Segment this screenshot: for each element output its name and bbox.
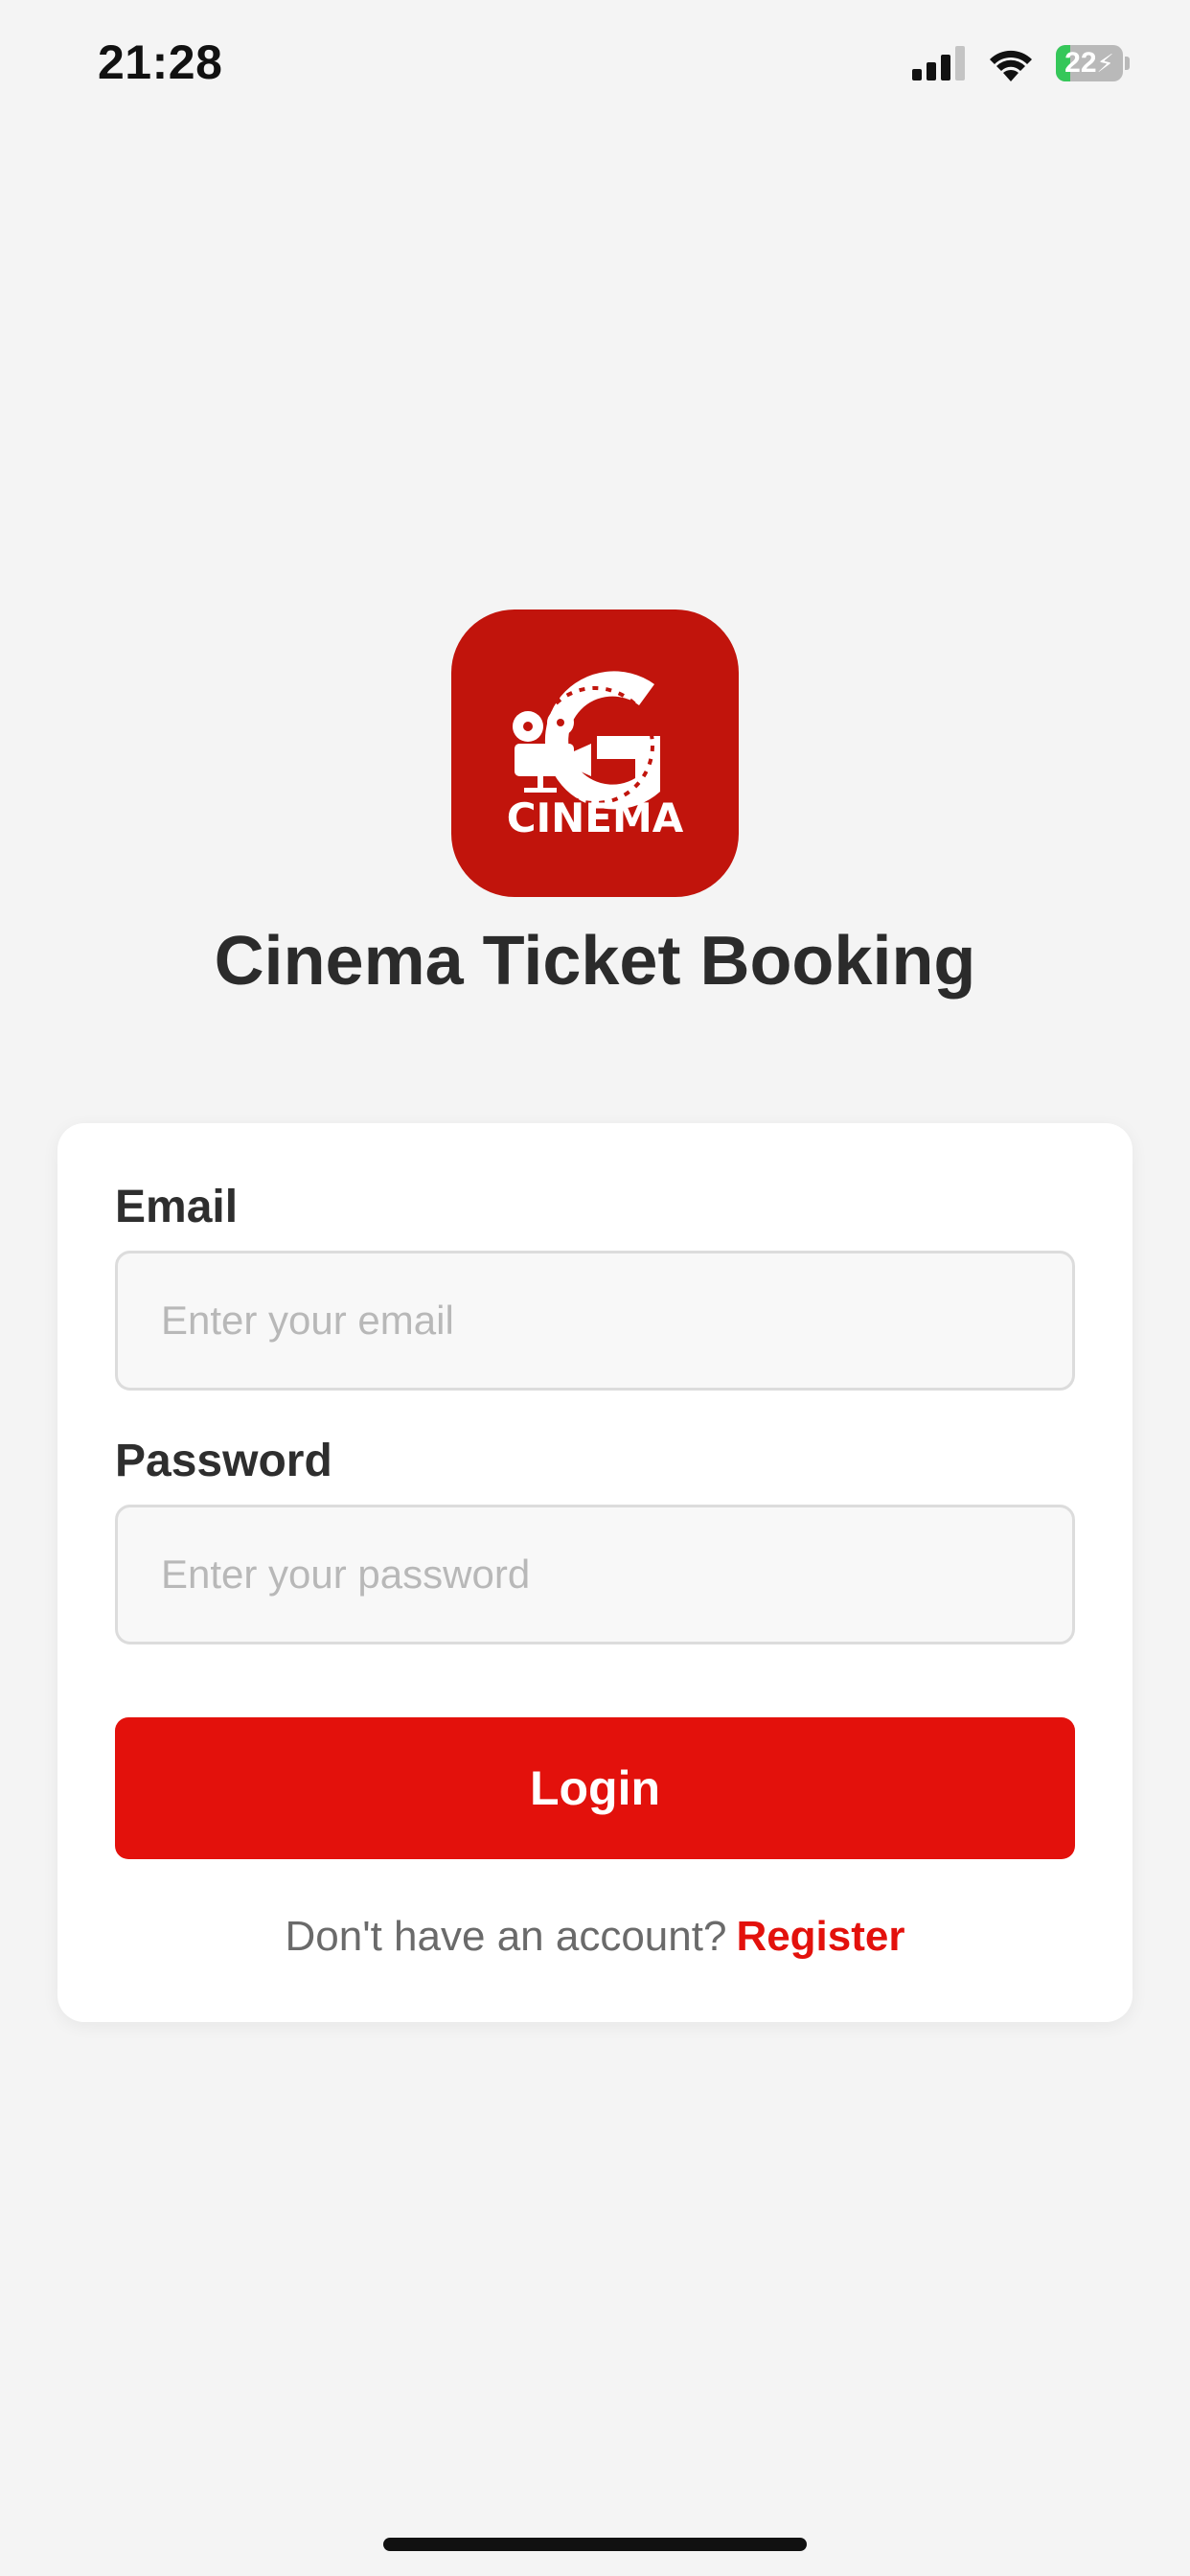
- signal-bars-icon: [912, 46, 966, 80]
- battery-charging-icon: 22 ⚡︎: [1056, 44, 1131, 82]
- battery-percent-value: 22: [1064, 47, 1097, 79]
- app-title: Cinema Ticket Booking: [214, 923, 976, 1000]
- app-logo: CINEMA: [451, 610, 739, 897]
- logo-text: CINEMA: [507, 794, 684, 841]
- home-indicator[interactable]: [383, 2538, 807, 2551]
- email-input[interactable]: [115, 1251, 1075, 1391]
- password-label: Password: [115, 1436, 332, 1486]
- login-card: Email Password Login Don't have an accou…: [57, 1123, 1133, 2022]
- email-label: Email: [115, 1182, 239, 1232]
- battery-body: 22 ⚡︎: [1056, 45, 1123, 81]
- status-icons: 22 ⚡︎: [912, 42, 1131, 84]
- register-prompt: Don't have an account?: [285, 1913, 727, 1960]
- status-time: 21:28: [98, 35, 223, 89]
- login-button[interactable]: Login: [115, 1717, 1075, 1859]
- battery-percent: 22 ⚡︎: [1056, 45, 1123, 81]
- password-input[interactable]: [115, 1505, 1075, 1644]
- register-link[interactable]: Register: [736, 1913, 904, 1960]
- battery-cap: [1125, 57, 1130, 70]
- wifi-icon: [987, 45, 1035, 81]
- bolt-icon: ⚡︎: [1096, 48, 1114, 78]
- register-row: Don't have an account? Register: [57, 1913, 1133, 1961]
- status-bar: 21:28 22 ⚡︎: [0, 0, 1190, 134]
